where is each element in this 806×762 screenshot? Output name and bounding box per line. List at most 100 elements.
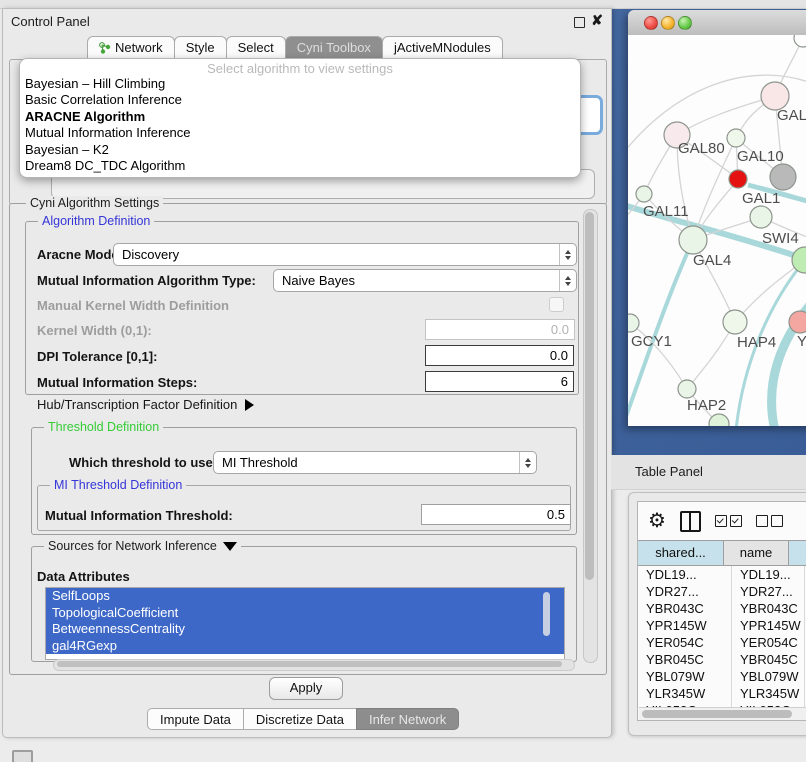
node-label: SWI4 xyxy=(762,230,799,247)
network-canvas[interactable]: GALGAL80GAL10GAL1GAL11SWI4GAL4GCY1HAP4YH… xyxy=(628,35,806,426)
dropdown-item[interactable]: Bayesian – K2 xyxy=(20,142,580,158)
dropdown-item-list: Bayesian – Hill ClimbingBasic Correlatio… xyxy=(20,76,580,174)
table-row[interactable]: YDL19...YDL19...13 xyxy=(638,566,806,583)
dropdown-item[interactable]: Mutual Information Inference xyxy=(20,125,580,141)
sources-title: Sources for Network Inference xyxy=(44,539,241,553)
tab-style[interactable]: Style xyxy=(174,36,227,58)
network-node[interactable] xyxy=(679,226,707,254)
settings-gear-icon[interactable]: ⚙ xyxy=(648,511,666,531)
list-scrollbar[interactable] xyxy=(542,590,551,652)
dropdown-placeholder: Select algorithm to view settings xyxy=(20,59,580,76)
scrollbar-thumb[interactable] xyxy=(543,592,550,636)
settings-vertical-scrollbar[interactable] xyxy=(583,209,598,663)
network-node[interactable] xyxy=(750,206,772,228)
algorithm-definition-title: Algorithm Definition xyxy=(38,214,154,228)
scrollbar-thumb[interactable] xyxy=(585,212,594,580)
column-header[interactable]: A xyxy=(788,541,806,565)
node-label: GAL1 xyxy=(742,190,780,207)
split-columns-icon[interactable] xyxy=(680,511,701,532)
dropdown-item[interactable]: Dream8 DC_TDC Algorithm xyxy=(20,158,580,174)
network-node[interactable] xyxy=(761,82,789,110)
network-node[interactable] xyxy=(794,35,806,47)
network-node[interactable] xyxy=(729,170,747,188)
edge-path xyxy=(677,96,775,135)
which-threshold-label: Which threshold to use: xyxy=(69,455,217,470)
dropdown-item[interactable]: ARACNE Algorithm xyxy=(20,109,580,125)
table-row[interactable]: YER054CYER054C8. xyxy=(638,634,806,651)
tab-label: jActiveMNodules xyxy=(394,40,491,55)
tab-jactivemnodules[interactable]: jActiveMNodules xyxy=(382,36,503,58)
table-row[interactable]: YBR043CYBR043C xyxy=(638,600,806,617)
close-traffic-light-icon[interactable] xyxy=(644,16,658,30)
table-cell: YBR043C xyxy=(638,600,731,617)
table-horizontal-scrollbar[interactable] xyxy=(639,707,806,720)
dpi-tolerance-field[interactable]: 0.0 xyxy=(425,345,574,366)
attribute-item-selected[interactable]: TopologicalCoefficient xyxy=(46,605,564,622)
minimize-traffic-light-icon[interactable] xyxy=(661,16,675,30)
control-panel-window: Control Panel ✘ NetworkStyleSelectCyni T… xyxy=(2,8,612,738)
manual-kernel-checkbox[interactable] xyxy=(549,297,564,312)
hub-definition-label: Hub/Transcription Factor Definition xyxy=(37,397,237,412)
dropdown-item[interactable]: Bayesian – Hill Climbing xyxy=(20,76,580,92)
data-attributes-list[interactable]: SelfLoopsTopologicalCoefficientBetweenne… xyxy=(45,587,565,660)
tab-cyni-toolbox[interactable]: Cyni Toolbox xyxy=(285,36,383,58)
scrollbar-thumb[interactable] xyxy=(57,661,562,667)
dropdown-item[interactable]: Basic Correlation Inference xyxy=(20,92,580,108)
network-node[interactable] xyxy=(636,186,652,202)
tab-network[interactable]: Network xyxy=(87,36,175,58)
table-panel-window: ⚙ shared...nameAYDL19...YDL19...13YDR27.… xyxy=(628,492,806,736)
hub-definition-expander[interactable]: Hub/Transcription Factor Definition xyxy=(37,397,254,412)
settings-horizontal-scrollbar[interactable] xyxy=(53,659,575,671)
unchecked-pair-icon[interactable] xyxy=(756,515,783,527)
aracne-mode-select[interactable]: Discovery xyxy=(113,243,577,266)
attribute-item-selected[interactable]: BetweennessCentrality xyxy=(46,621,564,638)
network-node[interactable] xyxy=(770,164,796,190)
node-label: Y xyxy=(797,333,806,350)
stepper-icon xyxy=(559,270,576,291)
network-view-window: GALGAL80GAL10GAL1GAL11SWI4GAL4GCY1HAP4YH… xyxy=(628,10,806,426)
network-node[interactable] xyxy=(789,311,806,333)
network-node[interactable] xyxy=(678,380,696,398)
which-threshold-select[interactable]: MI Threshold xyxy=(213,451,537,474)
checked-pair-icon[interactable] xyxy=(715,515,742,527)
network-window-titlebar[interactable] xyxy=(628,10,806,36)
network-node[interactable] xyxy=(792,247,806,273)
table-cell: YLR345W xyxy=(731,685,804,702)
scrollbar-thumb[interactable] xyxy=(642,710,792,718)
mi-steps-field[interactable]: 6 xyxy=(425,371,574,392)
sources-title-text: Sources for Network Inference xyxy=(48,539,217,553)
bottom-tab-impute-data[interactable]: Impute Data xyxy=(147,708,244,730)
zoom-traffic-light-icon[interactable] xyxy=(678,16,692,30)
column-header[interactable]: name xyxy=(723,541,788,565)
kernel-width-field[interactable]: 0.0 xyxy=(425,319,575,340)
table-cell: YBR045C xyxy=(638,651,731,668)
apply-button[interactable]: Apply xyxy=(269,677,343,700)
kernel-width-label: Kernel Width (0,1): xyxy=(37,323,152,338)
mi-threshold-field[interactable]: 0.5 xyxy=(421,504,571,525)
manual-kernel-label: Manual Kernel Width Definition xyxy=(37,298,229,313)
table-row[interactable]: YBR045CYBR045C9. xyxy=(638,651,806,668)
down-triangle-icon[interactable] xyxy=(223,542,237,551)
tab-select[interactable]: Select xyxy=(226,36,286,58)
dpi-tolerance-label: DPI Tolerance [0,1]: xyxy=(37,349,157,364)
table-panel-titlebar: Table Panel xyxy=(611,455,806,490)
node-label: GCY1 xyxy=(631,333,672,350)
network-node[interactable] xyxy=(709,414,729,426)
attribute-item-selected[interactable]: gal4RGexp xyxy=(46,638,564,655)
bottom-tab-discretize-data[interactable]: Discretize Data xyxy=(243,708,357,730)
table-row[interactable]: YDR27...YDR27...12 xyxy=(638,583,806,600)
close-icon[interactable]: ✘ xyxy=(591,12,603,29)
float-window-icon[interactable] xyxy=(574,17,585,28)
table-row[interactable]: YBL079WYBL079W xyxy=(638,668,806,685)
attribute-item-selected[interactable]: SelfLoops xyxy=(46,588,564,605)
table-row[interactable]: YLR345WYLR345W9. xyxy=(638,685,806,702)
bottom-tab-infer-network[interactable]: Infer Network xyxy=(356,708,459,730)
node-label: GAL4 xyxy=(693,252,731,269)
column-header[interactable]: shared... xyxy=(638,541,723,565)
table-row[interactable]: YPR145WYPR145W9. xyxy=(638,617,806,634)
network-node[interactable] xyxy=(727,129,745,147)
node-label: HAP4 xyxy=(737,334,776,351)
screen: Control Panel ✘ NetworkStyleSelectCyni T… xyxy=(0,0,806,762)
mi-type-select[interactable]: Naive Bayes xyxy=(273,269,577,292)
network-node[interactable] xyxy=(723,310,747,334)
